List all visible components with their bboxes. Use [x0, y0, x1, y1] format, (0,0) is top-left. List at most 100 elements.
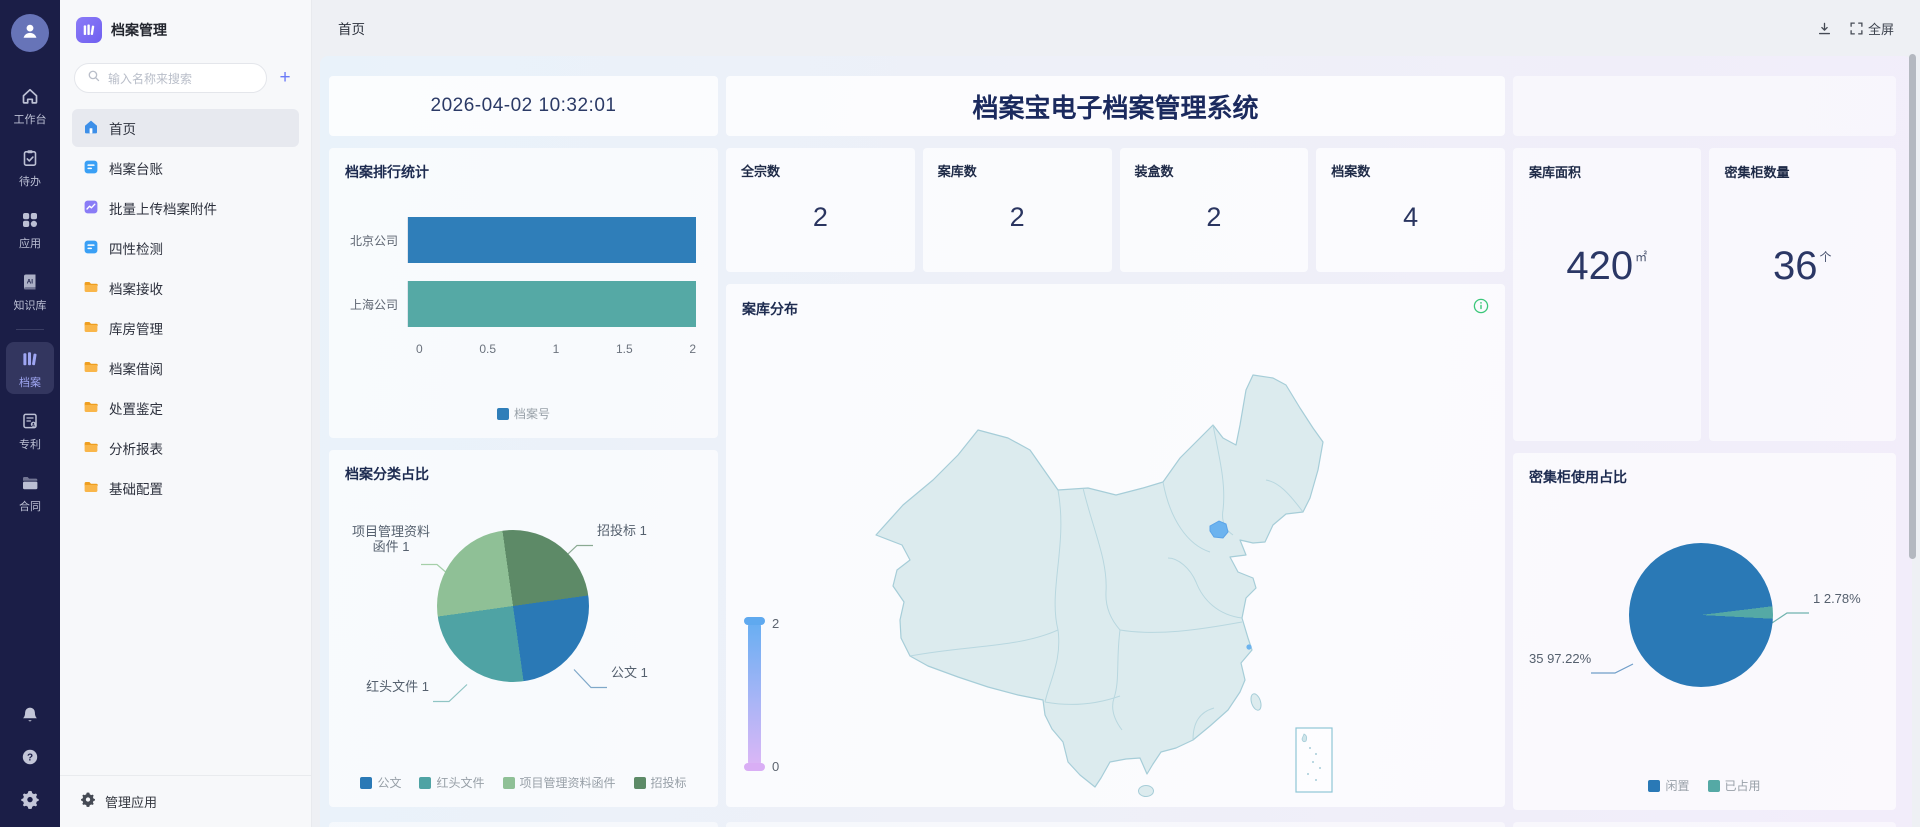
sidebar-item-home[interactable]: 首页 [72, 109, 299, 147]
usage-pie[interactable] [1629, 543, 1773, 687]
vertical-scrollbar[interactable] [1909, 54, 1916, 559]
rail-item-apps[interactable]: 应用 [6, 203, 54, 255]
category-pie-card: 档案分类占比 公文 1 红头文件 1 项目管理资料函件 1 招投标 1 [329, 450, 718, 807]
folder-icon [83, 279, 99, 298]
x-tick: 0 [416, 342, 423, 356]
sidebar-item-warehouse[interactable]: 库房管理 [72, 309, 299, 347]
avatar[interactable] [11, 14, 49, 52]
sidebar-item-label: 档案接收 [109, 278, 163, 298]
category-pie-area[interactable]: 公文 1 红头文件 1 项目管理资料函件 1 招投标 1 [345, 484, 702, 764]
patent-icon [20, 411, 40, 436]
app-header: 档案管理 [60, 0, 311, 53]
x-tick: 0.5 [479, 342, 496, 356]
ranking-chart-card: 档案排行统计 北京公司 上海公司 0 0.5 [329, 148, 718, 438]
stat-value: 4 [1316, 202, 1505, 233]
sidebar-item-receive[interactable]: 档案接收 [72, 269, 299, 307]
rail-item-label: 知识库 [14, 300, 47, 312]
china-map-svg [858, 330, 1478, 800]
chart-title: 密集柜使用占比 [1529, 467, 1880, 487]
sidebar-item-borrow[interactable]: 档案借阅 [72, 349, 299, 387]
category-pie[interactable] [437, 530, 589, 682]
x-tick: 2 [689, 342, 696, 356]
left-rail: 工作台 待办 应用 AI 知识库 档案 专利 合同 ? [0, 0, 60, 827]
contract-folder-icon [20, 473, 40, 498]
rail-item-workbench[interactable]: 工作台 [6, 79, 54, 131]
sidebar-item-label: 基础配置 [109, 478, 163, 498]
rail-item-label: 合同 [19, 501, 41, 513]
bar-category-label: 上海公司 [345, 296, 407, 313]
manage-apps-button[interactable]: 管理应用 [60, 775, 311, 827]
china-map[interactable]: 2 0 [858, 330, 1478, 800]
visual-map-legend[interactable]: 2 0 [748, 620, 808, 768]
rail-item-label: 应用 [19, 238, 41, 250]
stat-value: 2 [726, 202, 915, 233]
fullscreen-icon [1850, 22, 1863, 35]
clock-card: 2026-04-02 10:32:01 [329, 76, 718, 136]
legend-item[interactable]: 招投标 [634, 774, 687, 791]
grid-icon [20, 210, 40, 235]
legend-item[interactable]: 闲置 [1648, 777, 1689, 794]
visual-map-handle-min[interactable] [744, 763, 765, 771]
bar-beijing[interactable] [408, 217, 696, 263]
usage-pie-area[interactable]: 1 2.78% 35 97.22% [1529, 487, 1880, 767]
legend-label: 项目管理资料函件 [520, 774, 616, 791]
area-card: 案库面积 420㎡ [1513, 148, 1701, 441]
sidebar-item-four-checks[interactable]: 四性检测 [72, 229, 299, 267]
big-card-value: 36个 [1709, 244, 1897, 289]
sidebar-item-label: 库房管理 [109, 318, 163, 338]
tab-home[interactable]: 首页 [338, 18, 365, 38]
help-icon[interactable]: ? [20, 747, 40, 767]
sidebar-item-config[interactable]: 基础配置 [72, 469, 299, 507]
legend-item[interactable]: 公文 [360, 774, 401, 791]
ranking-bar-plot[interactable]: 北京公司 上海公司 [345, 208, 696, 336]
big-card-unit: ㎡ [1635, 250, 1647, 264]
rail-item-label: 待办 [19, 176, 41, 188]
svg-text:AI: AI [27, 279, 33, 286]
legend-label: 已占用 [1725, 777, 1761, 794]
gear-icon [80, 791, 96, 812]
rail-item-todo[interactable]: 待办 [6, 141, 54, 193]
download-button[interactable] [1817, 21, 1832, 36]
legend-swatch [634, 777, 646, 789]
info-icon[interactable] [1473, 298, 1489, 319]
legend-item[interactable]: 红头文件 [419, 774, 484, 791]
map-region-shanghai [1246, 644, 1251, 649]
ai-book-icon: AI [20, 272, 40, 297]
sidebar-item-label: 四性检测 [109, 238, 163, 258]
sidebar-item-batch-upload[interactable]: 批量上传档案附件 [72, 189, 299, 227]
sidebar-item-reports[interactable]: 分析报表 [72, 429, 299, 467]
legend-swatch [497, 408, 509, 420]
legend-swatch [360, 777, 372, 789]
visual-map-handle-max[interactable] [744, 617, 765, 625]
folder-icon [83, 399, 99, 418]
folder-icon [83, 479, 99, 498]
settings-gear-icon[interactable] [20, 789, 40, 809]
rail-item-contract[interactable]: 合同 [6, 466, 54, 518]
document-icon [83, 239, 99, 258]
stat-card-archives: 档案数 4 [1316, 148, 1505, 272]
bar-category-label: 北京公司 [345, 232, 407, 249]
legend-item[interactable]: 项目管理资料函件 [503, 774, 616, 791]
search-placeholder: 输入名称来搜索 [108, 70, 192, 87]
fullscreen-button[interactable]: 全屏 [1850, 19, 1894, 38]
search-input[interactable]: 输入名称来搜索 [74, 63, 267, 93]
stat-card-boxes: 装盒数 2 [1120, 148, 1309, 272]
sidebar-item-label: 档案台账 [109, 158, 163, 178]
bar-row: 北京公司 [345, 208, 696, 272]
visual-map-max: 2 [772, 616, 779, 631]
pie-callout-xiangmu: 项目管理资料函件 1 [345, 524, 437, 554]
sidebar-item-ledger[interactable]: 档案台账 [72, 149, 299, 187]
add-button[interactable]: + [273, 66, 297, 90]
legend-item[interactable]: 已占用 [1708, 777, 1761, 794]
home-icon [83, 119, 99, 138]
notifications-bell-icon[interactable] [20, 705, 40, 725]
sidebar-item-disposal[interactable]: 处置鉴定 [72, 389, 299, 427]
bar-shanghai[interactable] [408, 281, 696, 327]
rail-item-archive[interactable]: 档案 [6, 342, 54, 394]
legend-item[interactable]: 档案号 [497, 405, 550, 422]
rail-item-knowledge[interactable]: AI 知识库 [6, 265, 54, 317]
app-logo-books-icon [76, 17, 102, 43]
bar-row: 上海公司 [345, 272, 696, 336]
rail-item-patent[interactable]: 专利 [6, 404, 54, 456]
chart-icon [83, 199, 99, 218]
